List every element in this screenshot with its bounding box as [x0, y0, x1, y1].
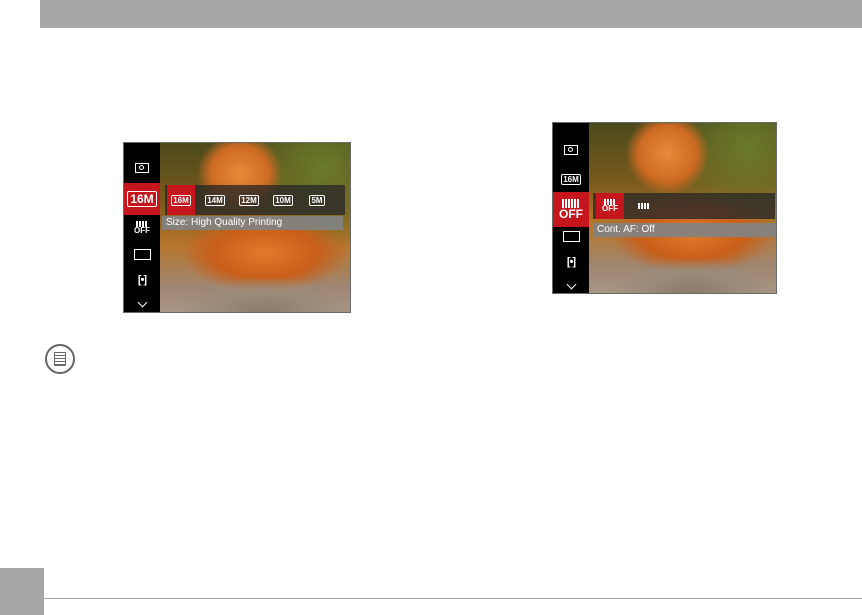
metering-icon[interactable] — [553, 137, 589, 163]
chevron-down-icon[interactable] — [124, 291, 160, 312]
note-icon — [45, 344, 75, 374]
option-cont-af-off[interactable]: OFF — [596, 193, 624, 219]
cont-af-icon[interactable]: OFF — [553, 192, 589, 227]
option-10m[interactable]: 10M — [269, 185, 297, 215]
option-caption: Cont. AF: Off — [593, 223, 775, 237]
option-12m[interactable]: 12M — [235, 185, 263, 215]
option-16m[interactable]: 16M — [167, 185, 195, 215]
option-caption: Size: High Quality Printing — [162, 216, 343, 230]
image-size-icon[interactable]: 16M — [124, 183, 160, 215]
metering-icon[interactable] — [124, 155, 160, 181]
page-tab — [0, 568, 44, 615]
cont-af-options-bar: OFF — [593, 193, 775, 219]
size-options-bar: 16M 14M 12M 10M 5M — [165, 185, 350, 215]
option-5m[interactable]: 5M — [303, 185, 331, 215]
image-size-icon[interactable]: 16M — [553, 166, 589, 192]
capture-mode-icon[interactable] — [124, 241, 160, 267]
option-cont-af-on[interactable] — [630, 193, 658, 219]
cont-af-icon[interactable]: OFF — [124, 215, 160, 241]
camera-screen-size: 16M OFF [•] 16M 14M 12M 10M 5M Size: Hig… — [123, 142, 351, 313]
focus-icon[interactable]: [•] — [553, 249, 589, 275]
page-header-bar — [40, 0, 862, 28]
focus-icon[interactable]: [•] — [124, 267, 160, 293]
capture-mode-icon[interactable] — [553, 223, 589, 249]
chevron-down-icon[interactable] — [553, 273, 589, 293]
camera-sidebar: 16M OFF [•] — [124, 143, 160, 312]
footer-divider — [44, 598, 862, 599]
camera-screen-cont-af: 16M OFF [•] OFF Cont. AF: Off — [552, 122, 777, 294]
camera-sidebar: 16M OFF [•] — [553, 123, 589, 293]
option-14m[interactable]: 14M — [201, 185, 229, 215]
